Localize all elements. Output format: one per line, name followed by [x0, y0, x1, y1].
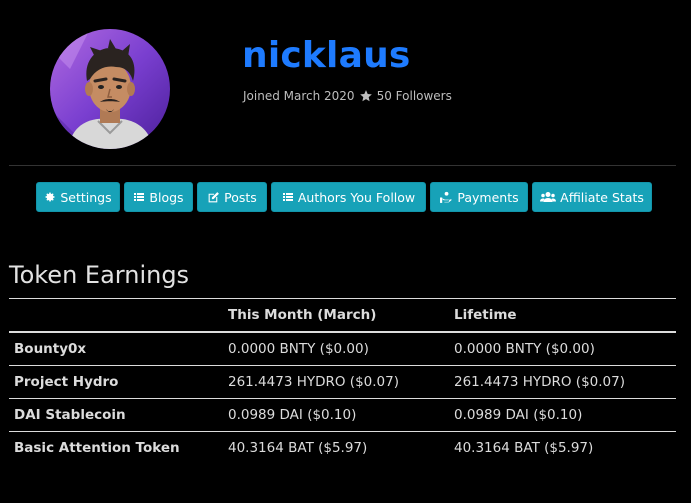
- payments-button[interactable]: Payments: [430, 182, 528, 212]
- column-header-lifetime: Lifetime: [449, 298, 676, 333]
- affiliate-stats-label: Affiliate Stats: [560, 189, 644, 205]
- posts-label: Posts: [224, 189, 257, 205]
- table-row: DAI Stablecoin 0.0989 DAI ($0.10) 0.0989…: [9, 398, 676, 432]
- payments-label: Payments: [457, 189, 519, 205]
- token-lifetime-earnings: 261.4473 HYDRO ($0.07): [449, 365, 676, 399]
- profile-meta: Joined March 2020 50 Followers: [243, 88, 452, 104]
- gear-icon: [45, 192, 55, 202]
- token-lifetime-earnings: 0.0989 DAI ($0.10): [449, 398, 676, 432]
- affiliate-stats-button[interactable]: Affiliate Stats: [532, 182, 652, 212]
- joined-date: Joined March 2020: [243, 89, 355, 103]
- token-month-earnings: 40.3164 BAT ($5.97): [228, 440, 368, 456]
- token-month-earnings: 0.0989 DAI ($0.10): [223, 398, 449, 432]
- column-header-token: [9, 298, 223, 333]
- list-icon: [282, 193, 293, 201]
- token-lifetime-earnings: 40.3164 BAT ($5.97): [454, 440, 594, 456]
- posts-button[interactable]: Posts: [197, 182, 267, 212]
- table-row: Bounty0x 0.0000 BNTY ($0.00) 0.0000 BNTY…: [9, 332, 676, 366]
- list-icon: [134, 193, 145, 201]
- token-earnings-table: This Month (March) Lifetime Bounty0x 0.0…: [9, 298, 676, 464]
- token-name: DAI Stablecoin: [9, 398, 223, 432]
- avatar[interactable]: [50, 29, 170, 149]
- profile-nav: Settings Blogs Posts Authors You Follow …: [36, 182, 652, 212]
- hand-coin-icon: [440, 191, 452, 203]
- authors-you-follow-button[interactable]: Authors You Follow: [271, 182, 426, 212]
- username: nicklaus: [242, 35, 411, 76]
- authors-you-follow-label: Authors You Follow: [297, 189, 416, 205]
- token-month-earnings: 0.0000 BNTY ($0.00): [223, 332, 449, 366]
- settings-label: Settings: [60, 189, 112, 205]
- column-header-this-month: This Month (March): [223, 298, 449, 333]
- table-header-row: This Month (March) Lifetime: [9, 298, 676, 333]
- divider: [9, 165, 676, 166]
- blogs-label: Blogs: [149, 189, 184, 205]
- token-lifetime-earnings: 0.0000 BNTY ($0.00): [449, 332, 676, 366]
- table-row: Basic Attention Token 40.3164 BAT ($5.97…: [9, 432, 676, 465]
- table-row: Project Hydro 261.4473 HYDRO ($0.07) 261…: [9, 365, 676, 399]
- token-name: Project Hydro: [9, 365, 223, 399]
- token-name: Bounty0x: [9, 332, 223, 366]
- token-name: Basic Attention Token: [14, 440, 180, 456]
- edit-icon: [208, 191, 220, 202]
- users-icon: [540, 192, 557, 202]
- followers-count: 50 Followers: [376, 89, 452, 103]
- settings-button[interactable]: Settings: [36, 182, 120, 212]
- token-month-earnings: 261.4473 HYDRO ($0.07): [223, 365, 449, 399]
- avatar-image: [50, 29, 170, 149]
- star-icon: [359, 90, 372, 102]
- blogs-button[interactable]: Blogs: [124, 182, 193, 212]
- token-earnings-title: Token Earnings: [9, 261, 190, 289]
